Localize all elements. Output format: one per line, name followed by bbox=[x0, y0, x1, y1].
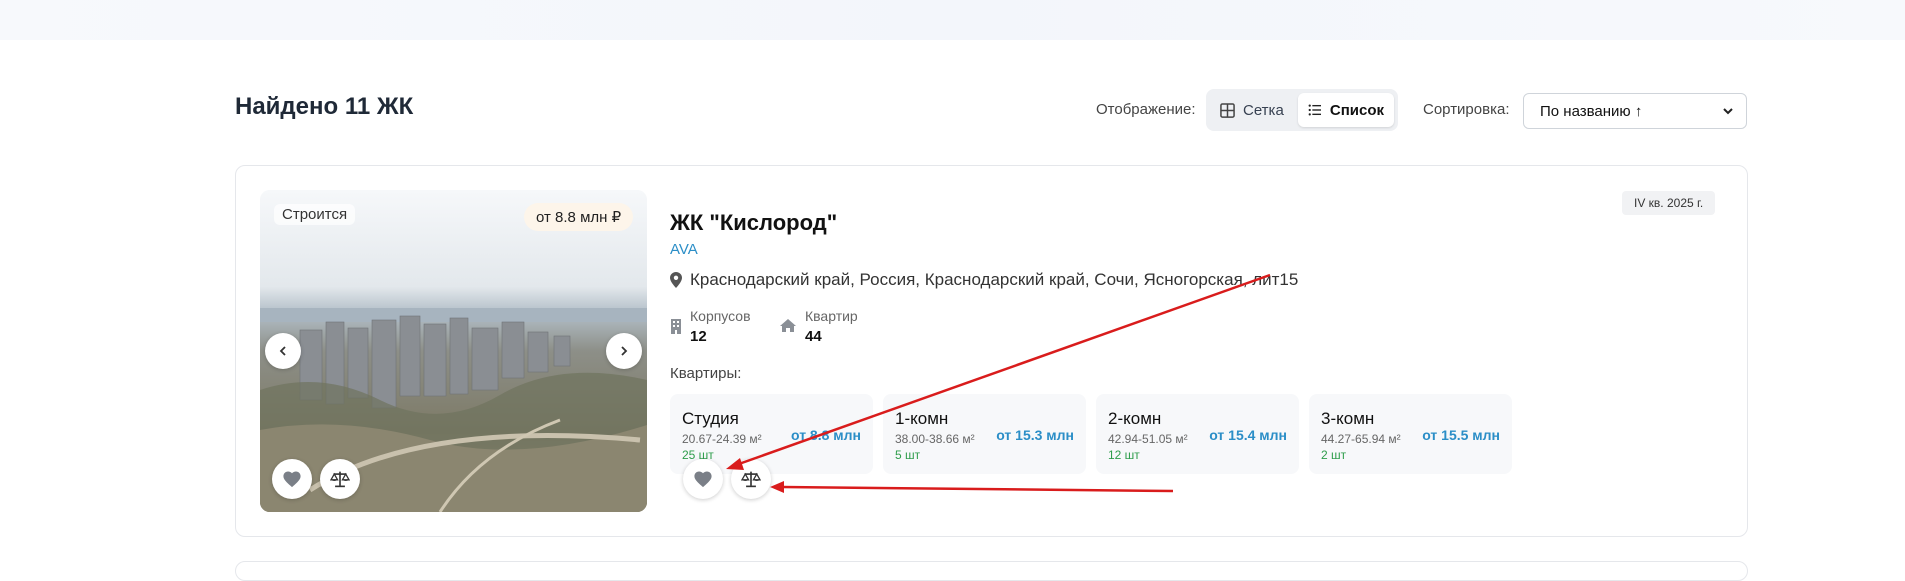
apartment-price: от 15.5 млн bbox=[1422, 427, 1500, 443]
list-icon bbox=[1308, 104, 1321, 116]
sort-label: Сортировка: bbox=[1423, 101, 1510, 118]
compare-button-photo[interactable] bbox=[320, 459, 360, 499]
next-photo-button[interactable] bbox=[606, 333, 642, 369]
grid-icon bbox=[1220, 102, 1235, 118]
apartment-count: 2 шт bbox=[1321, 448, 1347, 462]
complex-address: Краснодарский край, Россия, Краснодарски… bbox=[670, 270, 1298, 290]
apartment-type: 3-комн bbox=[1321, 409, 1375, 428]
favorite-button-photo[interactable] bbox=[272, 459, 312, 499]
apartment-count: 5 шт bbox=[895, 448, 921, 462]
view-grid-button[interactable]: Сетка bbox=[1210, 93, 1302, 127]
page-title: Найдено 11 ЖК bbox=[235, 93, 414, 120]
apartment-area: 38.00-38.66 м² bbox=[895, 432, 975, 446]
apartment-card[interactable]: 3-комн 44.27-65.94 м² от 15.5 млн 2 шт bbox=[1309, 394, 1512, 474]
apartments-value: 44 bbox=[805, 328, 822, 345]
apartment-area: 20.67-24.39 м² bbox=[682, 432, 762, 446]
complex-card-next[interactable] bbox=[235, 561, 1748, 581]
chevron-left-icon bbox=[279, 346, 286, 356]
house-icon bbox=[780, 319, 796, 332]
complex-name[interactable]: ЖК "Кислород" bbox=[670, 210, 837, 236]
complex-photo[interactable] bbox=[260, 190, 647, 512]
photo-scene bbox=[260, 190, 647, 512]
apartment-type: 2-комн bbox=[1108, 409, 1162, 428]
scales-icon bbox=[330, 471, 350, 488]
chevron-down-icon bbox=[1723, 108, 1733, 115]
developer-link[interactable]: AVA bbox=[670, 241, 698, 258]
address-text: Краснодарский край, Россия, Краснодарски… bbox=[690, 270, 1299, 289]
apartments-section-label: Квартиры: bbox=[670, 365, 742, 382]
apartment-price: от 8.8 млн bbox=[790, 427, 861, 443]
view-grid-label: Сетка bbox=[1243, 101, 1284, 119]
apartment-count: 12 шт bbox=[1108, 448, 1140, 462]
buildings-value: 12 bbox=[690, 328, 707, 345]
apartment-area: 42.94-51.05 м² bbox=[1108, 432, 1188, 446]
prev-photo-button[interactable] bbox=[265, 333, 301, 369]
heart-icon bbox=[694, 471, 712, 488]
apartment-type: 1-комн bbox=[895, 409, 949, 428]
chevron-right-icon bbox=[621, 346, 628, 356]
status-badge: Строится bbox=[274, 204, 356, 225]
view-switch: Сетка Список bbox=[1206, 89, 1398, 131]
buildings-label: Корпусов bbox=[690, 308, 751, 324]
favorite-button[interactable] bbox=[683, 459, 723, 499]
top-band bbox=[0, 0, 1905, 40]
apartments-label: Квартир bbox=[805, 308, 858, 324]
stat-buildings: Корпусов 12 bbox=[670, 308, 751, 345]
apartment-card[interactable]: 1-комн 38.00-38.66 м² от 15.3 млн 5 шт bbox=[883, 394, 1086, 474]
completion-badge: IV кв. 2025 г. bbox=[1622, 191, 1716, 215]
view-list-label: Список bbox=[1329, 101, 1384, 119]
apartment-type: Студия bbox=[682, 409, 739, 428]
view-list-button[interactable]: Список bbox=[1298, 93, 1394, 127]
compare-button[interactable] bbox=[731, 459, 771, 499]
apartment-area: 44.27-65.94 м² bbox=[1321, 432, 1401, 446]
scales-icon bbox=[741, 471, 761, 488]
apartment-card[interactable]: 2-комн 42.94-51.05 м² от 15.4 млн 12 шт bbox=[1096, 394, 1299, 474]
view-label: Отображение: bbox=[1096, 101, 1196, 118]
stat-apartments: Квартир 44 bbox=[779, 308, 858, 345]
map-pin-icon bbox=[670, 272, 682, 288]
price-badge: от 8.8 млн ₽ bbox=[524, 203, 634, 231]
sort-select[interactable]: По названию ↑ bbox=[1523, 93, 1747, 129]
apartment-price: от 15.4 млн bbox=[1209, 427, 1287, 443]
apartment-price: от 15.3 млн bbox=[996, 427, 1074, 443]
sort-selected-value: По названию ↑ bbox=[1540, 102, 1643, 120]
heart-icon bbox=[283, 471, 301, 488]
building-icon bbox=[671, 319, 681, 334]
